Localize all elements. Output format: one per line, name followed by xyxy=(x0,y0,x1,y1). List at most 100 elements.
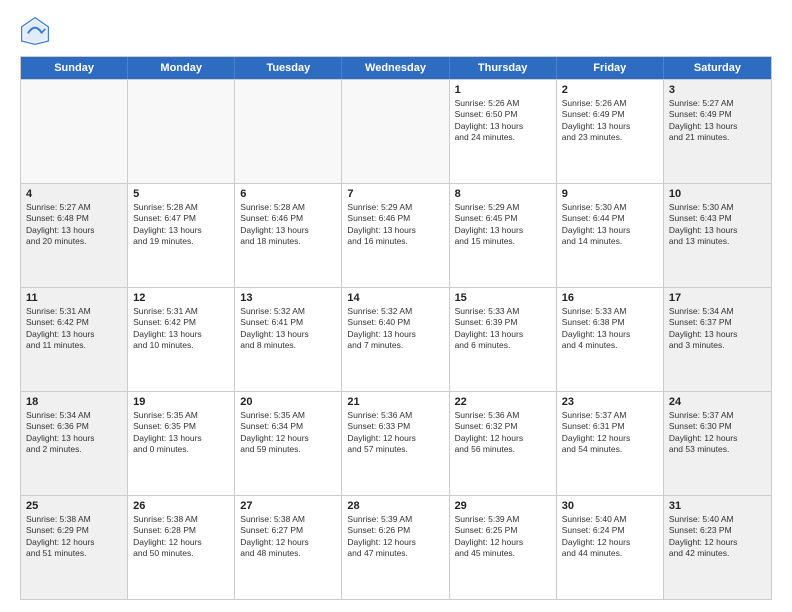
calendar-cell: 1 Sunrise: 5:26 AM Sunset: 6:50 PM Daylig… xyxy=(450,80,557,183)
day-number: 5 xyxy=(133,188,229,200)
cell-content: Sunrise: 5:38 AM Sunset: 6:28 PM Dayligh… xyxy=(133,514,229,560)
cell-content: Sunrise: 5:38 AM Sunset: 6:27 PM Dayligh… xyxy=(240,514,336,560)
day-number: 22 xyxy=(455,396,551,408)
header xyxy=(20,16,772,46)
cell-content: Sunrise: 5:36 AM Sunset: 6:32 PM Dayligh… xyxy=(455,410,551,456)
calendar: SundayMondayTuesdayWednesdayThursdayFrid… xyxy=(20,56,772,600)
day-number: 25 xyxy=(26,500,122,512)
logo-icon xyxy=(20,16,50,46)
cell-content: Sunrise: 5:39 AM Sunset: 6:26 PM Dayligh… xyxy=(347,514,443,560)
calendar-cell: 29 Sunrise: 5:39 AM Sunset: 6:25 PM Dayli… xyxy=(450,496,557,599)
calendar-cell xyxy=(235,80,342,183)
calendar-cell: 10Sunrise: 5:30 AM Sunset: 6:43 PM Dayli… xyxy=(664,184,771,287)
day-number: 19 xyxy=(133,396,229,408)
day-number: 8 xyxy=(455,188,551,200)
calendar-cell: 2Sunrise: 5:26 AM Sunset: 6:49 PM Daylig… xyxy=(557,80,664,183)
calendar-cell: 15Sunrise: 5:33 AM Sunset: 6:39 PM Dayli… xyxy=(450,288,557,391)
day-number: 23 xyxy=(562,396,658,408)
calendar-cell: 7 Sunrise: 5:29 AM Sunset: 6:46 PM Daylig… xyxy=(342,184,449,287)
cell-content: Sunrise: 5:36 AM Sunset: 6:33 PM Dayligh… xyxy=(347,410,443,456)
cell-content: Sunrise: 5:39 AM Sunset: 6:25 PM Dayligh… xyxy=(455,514,551,560)
calendar-cell: 11 Sunrise: 5:31 AM Sunset: 6:42 PM Dayli… xyxy=(21,288,128,391)
day-number: 7 xyxy=(347,188,443,200)
calendar-cell xyxy=(21,80,128,183)
day-number: 15 xyxy=(455,292,551,304)
day-number: 2 xyxy=(562,84,658,96)
day-number: 1 xyxy=(455,84,551,96)
calendar-cell: 5Sunrise: 5:28 AM Sunset: 6:47 PM Daylig… xyxy=(128,184,235,287)
calendar-cell: 26 Sunrise: 5:38 AM Sunset: 6:28 PM Dayli… xyxy=(128,496,235,599)
calendar-cell: 19 Sunrise: 5:35 AM Sunset: 6:35 PM Dayli… xyxy=(128,392,235,495)
cell-content: Sunrise: 5:31 AM Sunset: 6:42 PM Dayligh… xyxy=(26,306,122,352)
day-number: 24 xyxy=(669,396,766,408)
cell-content: Sunrise: 5:27 AM Sunset: 6:49 PM Dayligh… xyxy=(669,98,766,144)
calendar-cell: 18Sunrise: 5:34 AM Sunset: 6:36 PM Dayli… xyxy=(21,392,128,495)
calendar-cell: 23 Sunrise: 5:37 AM Sunset: 6:31 PM Dayli… xyxy=(557,392,664,495)
cell-content: Sunrise: 5:32 AM Sunset: 6:40 PM Dayligh… xyxy=(347,306,443,352)
day-number: 28 xyxy=(347,500,443,512)
day-number: 10 xyxy=(669,188,766,200)
day-number: 12 xyxy=(133,292,229,304)
calendar-cell: 3 Sunrise: 5:27 AM Sunset: 6:49 PM Daylig… xyxy=(664,80,771,183)
day-header-saturday: Saturday xyxy=(664,57,771,79)
day-number: 29 xyxy=(455,500,551,512)
calendar-week-3: 11 Sunrise: 5:31 AM Sunset: 6:42 PM Dayli… xyxy=(21,287,771,391)
cell-content: Sunrise: 5:29 AM Sunset: 6:46 PM Dayligh… xyxy=(347,202,443,248)
calendar-cell: 25 Sunrise: 5:38 AM Sunset: 6:29 PM Dayli… xyxy=(21,496,128,599)
day-number: 13 xyxy=(240,292,336,304)
day-number: 27 xyxy=(240,500,336,512)
calendar-cell xyxy=(342,80,449,183)
calendar-cell: 16 Sunrise: 5:33 AM Sunset: 6:38 PM Dayli… xyxy=(557,288,664,391)
calendar-cell: 8 Sunrise: 5:29 AM Sunset: 6:45 PM Daylig… xyxy=(450,184,557,287)
calendar-cell: 12Sunrise: 5:31 AM Sunset: 6:42 PM Dayli… xyxy=(128,288,235,391)
cell-content: Sunrise: 5:27 AM Sunset: 6:48 PM Dayligh… xyxy=(26,202,122,248)
calendar-cell: 4 Sunrise: 5:27 AM Sunset: 6:48 PM Daylig… xyxy=(21,184,128,287)
day-header-thursday: Thursday xyxy=(450,57,557,79)
calendar-cell: 21 Sunrise: 5:36 AM Sunset: 6:33 PM Dayli… xyxy=(342,392,449,495)
day-number: 16 xyxy=(562,292,658,304)
day-number: 9 xyxy=(562,188,658,200)
day-number: 11 xyxy=(26,292,122,304)
day-number: 20 xyxy=(240,396,336,408)
calendar-cell: 27 Sunrise: 5:38 AM Sunset: 6:27 PM Dayli… xyxy=(235,496,342,599)
day-number: 26 xyxy=(133,500,229,512)
cell-content: Sunrise: 5:35 AM Sunset: 6:34 PM Dayligh… xyxy=(240,410,336,456)
calendar-cell: 9Sunrise: 5:30 AM Sunset: 6:44 PM Daylig… xyxy=(557,184,664,287)
calendar-cell xyxy=(128,80,235,183)
calendar-week-4: 18Sunrise: 5:34 AM Sunset: 6:36 PM Dayli… xyxy=(21,391,771,495)
calendar-cell: 22 Sunrise: 5:36 AM Sunset: 6:32 PM Dayli… xyxy=(450,392,557,495)
cell-content: Sunrise: 5:37 AM Sunset: 6:31 PM Dayligh… xyxy=(562,410,658,456)
day-number: 30 xyxy=(562,500,658,512)
cell-content: Sunrise: 5:40 AM Sunset: 6:24 PM Dayligh… xyxy=(562,514,658,560)
cell-content: Sunrise: 5:37 AM Sunset: 6:30 PM Dayligh… xyxy=(669,410,766,456)
cell-content: Sunrise: 5:29 AM Sunset: 6:45 PM Dayligh… xyxy=(455,202,551,248)
calendar-cell: 6Sunrise: 5:28 AM Sunset: 6:46 PM Daylig… xyxy=(235,184,342,287)
logo xyxy=(20,16,56,46)
day-number: 4 xyxy=(26,188,122,200)
day-header-friday: Friday xyxy=(557,57,664,79)
day-header-monday: Monday xyxy=(128,57,235,79)
calendar-cell: 13 Sunrise: 5:32 AM Sunset: 6:41 PM Dayli… xyxy=(235,288,342,391)
day-header-sunday: Sunday xyxy=(21,57,128,79)
cell-content: Sunrise: 5:33 AM Sunset: 6:38 PM Dayligh… xyxy=(562,306,658,352)
calendar-cell: 17Sunrise: 5:34 AM Sunset: 6:37 PM Dayli… xyxy=(664,288,771,391)
cell-content: Sunrise: 5:40 AM Sunset: 6:23 PM Dayligh… xyxy=(669,514,766,560)
calendar-cell: 24 Sunrise: 5:37 AM Sunset: 6:30 PM Dayli… xyxy=(664,392,771,495)
calendar-week-1: 1 Sunrise: 5:26 AM Sunset: 6:50 PM Daylig… xyxy=(21,79,771,183)
day-number: 21 xyxy=(347,396,443,408)
calendar-cell: 30 Sunrise: 5:40 AM Sunset: 6:24 PM Dayli… xyxy=(557,496,664,599)
calendar-week-5: 25 Sunrise: 5:38 AM Sunset: 6:29 PM Dayli… xyxy=(21,495,771,599)
day-header-wednesday: Wednesday xyxy=(342,57,449,79)
day-number: 3 xyxy=(669,84,766,96)
cell-content: Sunrise: 5:35 AM Sunset: 6:35 PM Dayligh… xyxy=(133,410,229,456)
day-number: 17 xyxy=(669,292,766,304)
day-number: 6 xyxy=(240,188,336,200)
day-number: 31 xyxy=(669,500,766,512)
cell-content: Sunrise: 5:26 AM Sunset: 6:50 PM Dayligh… xyxy=(455,98,551,144)
cell-content: Sunrise: 5:32 AM Sunset: 6:41 PM Dayligh… xyxy=(240,306,336,352)
day-number: 14 xyxy=(347,292,443,304)
calendar-week-2: 4 Sunrise: 5:27 AM Sunset: 6:48 PM Daylig… xyxy=(21,183,771,287)
cell-content: Sunrise: 5:38 AM Sunset: 6:29 PM Dayligh… xyxy=(26,514,122,560)
calendar-cell: 20 Sunrise: 5:35 AM Sunset: 6:34 PM Dayli… xyxy=(235,392,342,495)
calendar-cell: 31 Sunrise: 5:40 AM Sunset: 6:23 PM Dayli… xyxy=(664,496,771,599)
